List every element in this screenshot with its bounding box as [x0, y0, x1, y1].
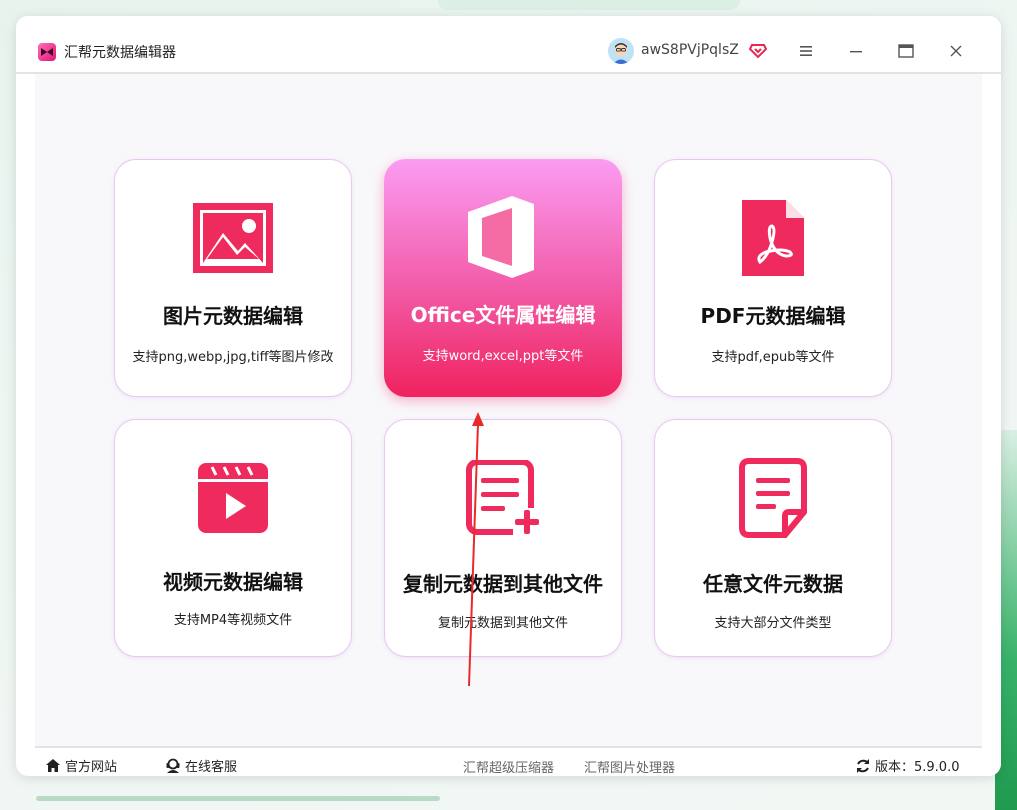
version-info: 版本：5.9.0.0: [855, 756, 959, 775]
official-website-label: 官方网站: [65, 760, 118, 775]
card-description: 支持大部分文件类型: [714, 616, 832, 631]
card-title: 图片元数据编辑: [163, 304, 303, 328]
version-label: 版本：5.9.0.0: [875, 760, 960, 775]
card-description: 支持png,webp,jpg,tiff等图片修改: [132, 350, 334, 365]
card-title: 视频元数据编辑: [163, 570, 303, 594]
app-window: 汇帮元数据编辑器 awS8PVjPqlsZ 图片元数据编辑 支持png,webp…: [16, 16, 1001, 776]
card-pdf-metadata[interactable]: PDF元数据编辑 支持pdf,epub等文件: [654, 159, 892, 397]
vip-badge-icon[interactable]: [748, 41, 768, 63]
menu-icon[interactable]: [793, 38, 819, 64]
card-description: 支持word,excel,ppt等文件: [422, 349, 584, 364]
home-icon: [46, 759, 60, 772]
card-copy-metadata[interactable]: 复制元数据到其他文件 复制元数据到其他文件: [384, 419, 622, 657]
card-title: PDF元数据编辑: [700, 304, 846, 328]
headset-icon: [166, 758, 180, 773]
maximize-icon[interactable]: [893, 38, 919, 64]
official-website-link[interactable]: 官方网站: [45, 756, 117, 775]
image-processor-link[interactable]: 汇帮图片处理器: [584, 757, 675, 776]
office-icon: [384, 196, 622, 278]
online-support-label: 在线客服: [185, 760, 238, 775]
username[interactable]: awS8PVjPqlsZ: [641, 42, 739, 58]
refresh-icon[interactable]: [855, 758, 871, 774]
document-icon: [655, 458, 891, 538]
card-any-file-metadata[interactable]: 任意文件元数据 支持大部分文件类型: [654, 419, 892, 657]
main-content: 图片元数据编辑 支持png,webp,jpg,tiff等图片修改 Office文…: [35, 74, 982, 746]
pdf-icon: [655, 198, 891, 278]
card-video-metadata[interactable]: 视频元数据编辑 支持MP4等视频文件: [114, 419, 352, 657]
app-logo-icon: [38, 43, 56, 61]
desktop-taskbar-fragment: [438, 0, 740, 10]
close-icon[interactable]: [943, 38, 969, 64]
card-description: 支持MP4等视频文件: [173, 613, 293, 628]
app-title: 汇帮元数据编辑器: [64, 45, 176, 61]
card-description: 支持pdf,epub等文件: [711, 350, 835, 365]
card-title: 任意文件元数据: [703, 572, 843, 596]
desktop-scrollbar[interactable]: [36, 796, 440, 801]
card-title: 复制元数据到其他文件: [403, 572, 603, 596]
compressor-link[interactable]: 汇帮超级压缩器: [463, 757, 554, 776]
title-bar: 汇帮元数据编辑器 awS8PVjPqlsZ: [16, 16, 1001, 74]
card-title: Office文件属性编辑: [410, 303, 596, 327]
minimize-icon[interactable]: [843, 38, 869, 64]
user-avatar[interactable]: [608, 38, 634, 64]
online-support-link[interactable]: 在线客服: [165, 756, 237, 775]
card-image-metadata[interactable]: 图片元数据编辑 支持png,webp,jpg,tiff等图片修改: [114, 159, 352, 397]
document-add-icon: [385, 458, 621, 538]
status-bar: 官方网站 在线客服 汇帮超级压缩器 汇帮图片处理器 版本：5.9.0.0: [35, 746, 982, 776]
video-icon: [115, 458, 351, 538]
image-icon: [115, 198, 351, 278]
card-office-properties[interactable]: Office文件属性编辑 支持word,excel,ppt等文件: [384, 159, 622, 397]
card-description: 复制元数据到其他文件: [437, 616, 568, 631]
